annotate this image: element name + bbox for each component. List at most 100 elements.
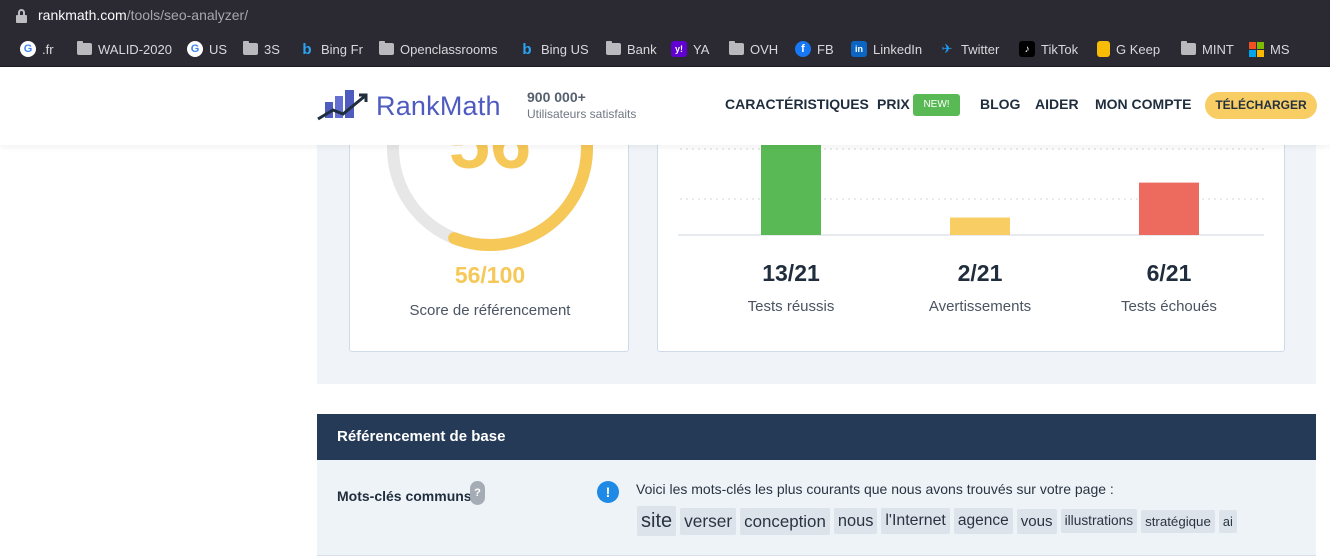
bookmark-label: Bank	[627, 41, 657, 57]
facebook-icon: f	[795, 41, 811, 57]
keyword-tag: verser	[680, 507, 737, 535]
google-icon: G	[187, 41, 203, 57]
twitter-icon: ✈	[941, 41, 953, 56]
score-value: 56/100	[454, 262, 526, 288]
keep-icon	[1097, 41, 1110, 57]
bookmark-label: TikTok	[1041, 41, 1079, 57]
url-text[interactable]: rankmath.com/tools/seo-analyzer/	[38, 7, 248, 23]
bookmark-label: Bing Fr	[321, 41, 363, 57]
new-badge: NEW!	[913, 94, 960, 116]
nav-blog[interactable]: BLOG	[980, 96, 1020, 112]
bookmark-label: G Keep	[1116, 41, 1161, 57]
bookmark-item[interactable]: in LinkedIn	[851, 40, 922, 58]
bookmark-item[interactable]: OVH	[729, 40, 778, 58]
tiktok-icon: ♪	[1019, 41, 1035, 57]
bookmark-item[interactable]: G US	[187, 40, 227, 58]
keywords-label: Mots-clés communs	[337, 488, 472, 504]
bookmarks-bar: G .fr WALID-2020 G US 3S b Bing Fr Openclassroom…	[0, 32, 1330, 67]
common-keywords-row: Mots-clés communs ? ! Voici les mots-clé…	[317, 460, 1316, 556]
folder-icon	[77, 41, 92, 55]
folder-icon	[1181, 41, 1196, 55]
bookmark-item[interactable]: y! YA	[671, 40, 709, 58]
nav-account[interactable]: MON COMPTE	[1095, 96, 1191, 112]
bookmark-item[interactable]: b Bing Fr	[299, 40, 363, 58]
yahoo-icon: y!	[671, 41, 687, 57]
keyword-tag: stratégique	[1141, 509, 1215, 533]
passed-label: Tests réussis	[747, 298, 835, 315]
failed-bar	[1139, 182, 1199, 235]
users-label: Utilisateurs satisfaits	[527, 107, 637, 121]
failed-value: 6/21	[1146, 260, 1192, 286]
bookmark-label: Bing US	[541, 41, 589, 57]
nav-features[interactable]: CARACTÉRISTIQUES	[725, 96, 869, 112]
keyword-tag: nous	[833, 508, 878, 534]
bookmark-label: MINT	[1202, 41, 1234, 57]
bookmark-label: OVH	[750, 41, 779, 57]
folder-icon	[379, 41, 394, 55]
bookmark-item[interactable]: ✈ Twitter	[939, 40, 1000, 58]
bookmark-label: Twitter	[961, 41, 1000, 57]
bookmark-item[interactable]: MS	[1249, 40, 1290, 58]
folder-icon	[729, 41, 744, 55]
bookmark-label: YA	[693, 41, 710, 57]
keyword-tag: illustrations	[1060, 509, 1138, 533]
score-overview: 56 56/100 Score de référencement 13/21 T…	[317, 135, 1316, 384]
bookmark-label: US	[209, 41, 228, 57]
nav-pricing[interactable]: PRIX	[877, 96, 910, 112]
bookmark-label: FB	[817, 41, 834, 57]
keyword-tag: conception	[740, 507, 830, 535]
brand-name[interactable]: RankMath	[376, 91, 501, 122]
keyword-tag: l'Internet	[881, 508, 950, 534]
bookmark-item[interactable]: Openclassrooms	[379, 40, 498, 58]
bookmark-label: WALID-2020	[98, 41, 172, 57]
bookmark-item[interactable]: ♪ TikTok	[1019, 40, 1078, 58]
test-results-card: 13/21 Tests réussis 2/21 Avertissements …	[657, 135, 1285, 352]
keywords-description: Voici les mots-clés les plus courants qu…	[636, 481, 1114, 497]
warnings-value: 2/21	[957, 260, 1003, 286]
bookmark-item[interactable]: G Keep	[1097, 40, 1160, 58]
microsoft-icon	[1249, 41, 1264, 57]
failed-label: Tests échoués	[1121, 298, 1217, 315]
bookmark-item[interactable]: b Bing US	[519, 40, 589, 58]
passed-bar	[761, 136, 821, 235]
download-button[interactable]: TÉLÉCHARGER	[1205, 92, 1317, 119]
info-icon: !	[597, 481, 619, 503]
folder-icon	[243, 41, 258, 55]
lock-icon	[16, 9, 27, 23]
test-results-chart	[678, 136, 1264, 236]
bookmark-item[interactable]: G .fr	[20, 40, 54, 58]
users-count: 900 000+	[527, 89, 586, 105]
basic-seo-title: Référencement de base	[337, 428, 506, 445]
bookmark-label: Openclassrooms	[400, 41, 498, 57]
linkedin-icon: in	[851, 41, 867, 57]
bookmark-label: 3S	[264, 41, 280, 57]
rankmath-logo-icon[interactable]	[317, 88, 369, 122]
bookmark-item[interactable]: f FB	[795, 40, 834, 58]
bing-icon: b	[522, 40, 532, 58]
score-label: Score de référencement	[409, 302, 571, 319]
bookmark-item[interactable]: 3S	[243, 40, 280, 58]
warning-bar	[950, 217, 1010, 235]
folder-icon	[606, 41, 621, 55]
score-gauge: 56	[387, 136, 593, 251]
bookmark-item[interactable]: WALID-2020	[77, 40, 172, 58]
browser-url-bar[interactable]: rankmath.com/tools/seo-analyzer/	[0, 0, 1330, 32]
bookmark-item[interactable]: Bank	[606, 40, 657, 58]
help-icon[interactable]: ?	[470, 481, 485, 505]
passed-value: 13/21	[762, 260, 820, 286]
google-icon: G	[20, 41, 36, 57]
bookmark-item[interactable]: MINT	[1181, 40, 1234, 58]
keyword-tags: site verser conception nous l'Internet agence…	[637, 506, 1237, 536]
bing-icon: b	[302, 40, 312, 58]
bookmark-label: LinkedIn	[873, 41, 923, 57]
site-header: RankMath 900 000+ Utilisateurs satisfait…	[0, 67, 1330, 145]
warnings-label: Avertissements	[928, 298, 1032, 315]
bookmark-label: MS	[1270, 41, 1290, 57]
keyword-tag: site	[637, 506, 677, 536]
nav-help[interactable]: AIDER	[1035, 96, 1079, 112]
keyword-tag: vous	[1016, 508, 1057, 534]
keyword-tag: ai	[1218, 509, 1237, 533]
bookmark-label: .fr	[42, 41, 54, 57]
basic-seo-header: Référencement de base	[317, 414, 1316, 460]
score-card: 56 56/100 Score de référencement	[349, 135, 629, 352]
